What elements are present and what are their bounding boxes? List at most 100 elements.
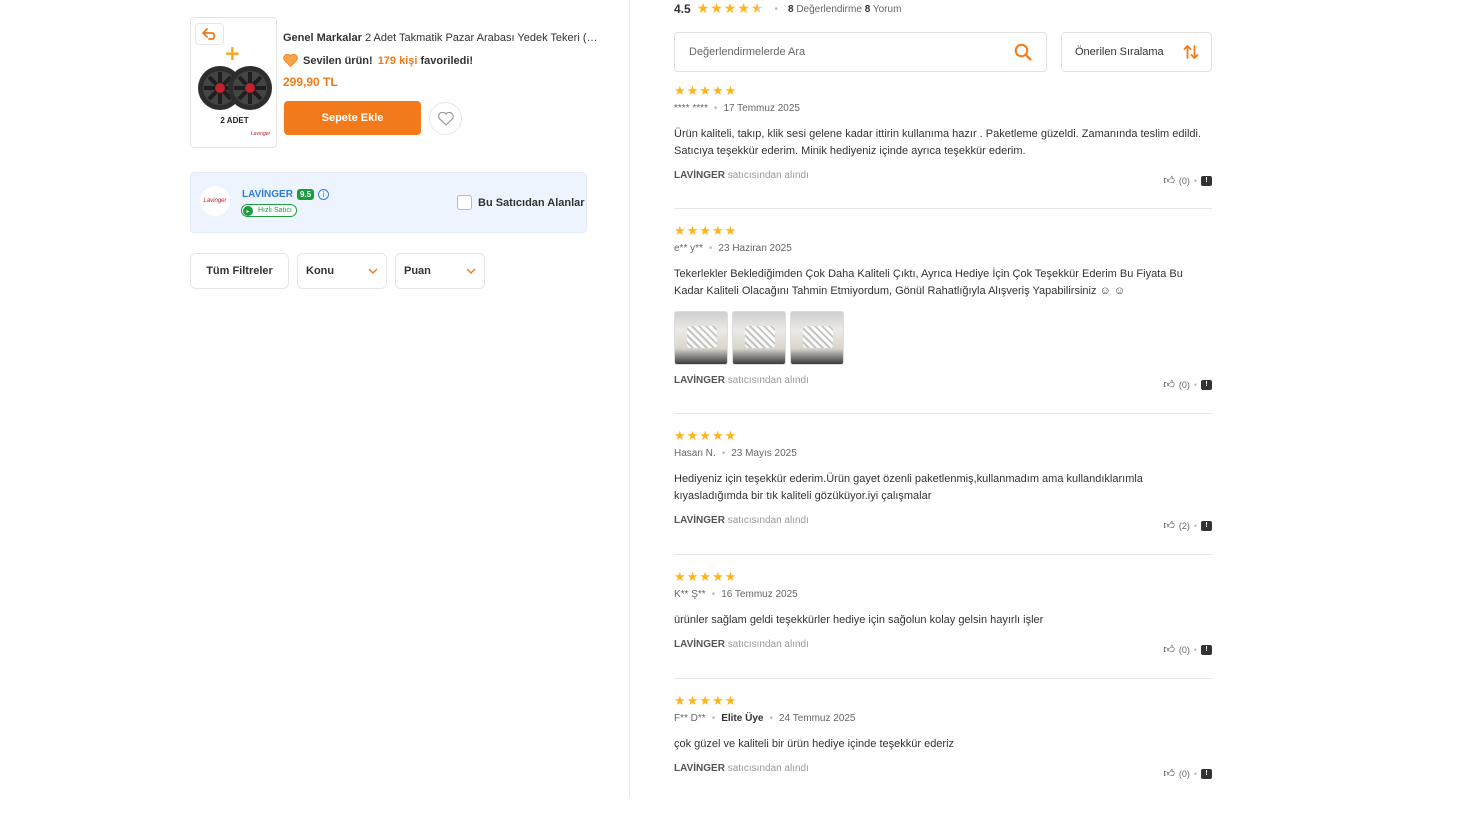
review-stars: ★★★★★ — [674, 429, 738, 444]
report-icon[interactable]: ! — [1201, 379, 1212, 390]
review-seller-name[interactable]: LAVİNGER — [674, 375, 725, 386]
like-count: (0) — [1178, 379, 1190, 390]
review-photos — [674, 311, 1212, 365]
review-seller-name[interactable]: LAVİNGER — [674, 170, 725, 181]
all-filters-button[interactable]: Tüm Filtreler — [190, 253, 289, 289]
review-text: Hediyeniz için teşekkür ederim.Ürün gaye… — [674, 473, 1143, 502]
review-photo[interactable] — [790, 311, 844, 365]
filter-bar: Tüm Filtreler Konu Puan — [190, 253, 485, 289]
review-item: ★★★★★ F** D** • Elite Üye • 24 Temmuz 2025… — [674, 679, 1212, 789]
thumbs-up-icon[interactable]: 👍︎ — [1163, 519, 1175, 532]
seller-name-link[interactable]: LAVİNGER — [242, 189, 293, 200]
fast-seller-badge: ▸ Hızlı Satıcı — [241, 204, 297, 217]
plus-icon: + — [224, 41, 241, 65]
sort-arrows-icon — [1183, 45, 1199, 59]
elite-member-badge: Elite Üye — [721, 713, 764, 724]
review-user: e** y** — [674, 243, 703, 254]
review-meta: **** **** • 17 Temmuz 2025 — [674, 103, 800, 114]
review-seller-name[interactable]: LAVİNGER — [674, 639, 725, 650]
thumbs-up-icon[interactable]: 👍︎ — [1163, 767, 1175, 780]
product-title[interactable]: Genel Markalar 2 Adet Takmatik Pazar Ara… — [283, 32, 601, 44]
review-item: ★★★★★ Hasan N. • 23 Mayıs 2025 Hediyeniz … — [674, 414, 1212, 555]
report-icon[interactable]: ! — [1201, 644, 1212, 655]
review-stars: ★★★★★ — [674, 84, 738, 99]
seller-filter-checkbox[interactable]: Bu Satıcıdan Alanlar — [457, 195, 585, 210]
review-seller: LAVİNGER satıcısından alındı — [674, 375, 1212, 386]
truck-icon: ▸ — [243, 206, 253, 216]
review-seller-suffix: satıcısından alındı — [727, 639, 809, 650]
review-user: **** **** — [674, 103, 708, 114]
like-count: (2) — [1178, 520, 1190, 531]
report-icon[interactable]: ! — [1201, 520, 1212, 531]
review-actions: 👍︎ (0) • ! — [1163, 643, 1212, 656]
seller-box: Lavinger LAVİNGER 9.5 i ▸ Hızlı Satıcı B… — [190, 172, 587, 233]
review-meta: Hasan N. • 23 Mayıs 2025 — [674, 448, 797, 459]
review-date: 17 Temmuz 2025 — [723, 103, 800, 114]
review-list: ★★★★★ **** **** • 17 Temmuz 2025 Ürün kal… — [674, 84, 1212, 789]
review-meta: F** D** • Elite Üye • 24 Temmuz 2025 — [674, 713, 856, 724]
wheels-illustration — [198, 66, 272, 110]
sort-dropdown[interactable]: Önerilen Sıralama — [1061, 32, 1212, 72]
review-item: ★★★★★ K** Ş** • 16 Temmuz 2025 ürünler sa… — [674, 555, 1212, 679]
review-seller-name[interactable]: LAVİNGER — [674, 515, 725, 526]
review-seller-name[interactable]: LAVİNGER — [674, 763, 725, 774]
favorite-button[interactable] — [429, 102, 462, 135]
review-seller: LAVİNGER satıcısından alındı — [674, 639, 1212, 650]
product-price: 299,90 TL — [283, 75, 338, 89]
favorite-info: Sevilen ürün! 179 kişi favoriledi! — [283, 54, 473, 67]
thumbs-up-icon[interactable]: 👍︎ — [1163, 174, 1175, 187]
review-seller: LAVİNGER satıcısından alındı — [674, 170, 1212, 181]
chevron-down-icon — [368, 266, 378, 276]
review-photo[interactable] — [732, 311, 786, 365]
chevron-down-icon — [466, 266, 476, 276]
seller-info: LAVİNGER 9.5 i — [242, 189, 330, 200]
fast-seller-label: Hızlı Satıcı — [258, 207, 292, 214]
rating-summary: 4.5 ★★★★★ • 8 Değerlendirme 8 Yorum — [674, 1, 901, 17]
review-search-input[interactable] — [689, 46, 1014, 58]
review-text: çok güzel ve kaliteli bir ürün hediye iç… — [674, 738, 955, 750]
review-stars: ★★★★★ — [674, 224, 738, 239]
review-date: 23 Mayıs 2025 — [731, 448, 797, 459]
review-seller-suffix: satıcısından alındı — [727, 763, 809, 774]
topic-filter-label: Konu — [306, 265, 335, 277]
add-to-cart-button[interactable]: Sepete Ekle — [284, 101, 421, 135]
average-rating: 4.5 — [674, 2, 691, 16]
review-item: ★★★★★ e** y** • 23 Haziran 2025 Tekerlekl… — [674, 209, 1212, 414]
sort-label: Önerilen Sıralama — [1075, 46, 1164, 58]
seller-score-badge: 9.5 — [296, 189, 315, 200]
product-name: 2 Adet Takmatik Pazar Arabası Yedek Teke… — [364, 32, 601, 44]
product-card: + 2 ADET Lavinger Genel Markalar 2 Adet … — [190, 17, 601, 151]
thumbs-up-icon[interactable]: 👍︎ — [1163, 378, 1175, 391]
review-search — [674, 32, 1047, 72]
rating-filter-dropdown[interactable]: Puan — [395, 253, 485, 289]
review-actions: 👍︎ (0) • ! — [1163, 767, 1212, 780]
topic-filter-dropdown[interactable]: Konu — [297, 253, 387, 289]
review-date: 16 Temmuz 2025 — [721, 589, 798, 600]
review-seller-suffix: satıcısından alındı — [727, 375, 809, 386]
review-user: K** Ş** — [674, 589, 706, 600]
like-count: (0) — [1178, 768, 1190, 779]
fav-prefix: Sevilen ürün! — [303, 54, 373, 67]
fav-suffix: favoriledi! — [420, 54, 474, 67]
review-seller-suffix: satıcısından alındı — [727, 170, 809, 181]
product-image[interactable]: + 2 ADET Lavinger — [190, 17, 277, 148]
heart-icon — [283, 54, 298, 67]
fav-count: 179 kişi — [377, 54, 418, 67]
back-icon[interactable] — [195, 23, 224, 45]
report-icon[interactable]: ! — [1201, 768, 1212, 779]
search-icon[interactable] — [1014, 43, 1032, 61]
review-user: F** D** — [674, 713, 706, 724]
thumbs-up-icon[interactable]: 👍︎ — [1163, 643, 1175, 656]
review-meta: K** Ş** • 16 Temmuz 2025 — [674, 589, 798, 600]
review-text: Tekerlekler Beklediğimden Çok Daha Kalit… — [674, 268, 1183, 297]
review-text: Ürün kaliteli, takıp, klik sesi gelene k… — [674, 128, 1202, 157]
checkbox[interactable] — [457, 195, 472, 210]
review-item: ★★★★★ **** **** • 17 Temmuz 2025 Ürün kal… — [674, 84, 1212, 209]
info-icon[interactable]: i — [318, 189, 330, 200]
image-logo: Lavinger — [251, 131, 271, 137]
review-actions: 👍︎ (2) • ! — [1163, 519, 1212, 532]
review-seller-suffix: satıcısından alındı — [727, 515, 809, 526]
seller-logo[interactable]: Lavinger — [200, 186, 230, 216]
review-photo[interactable] — [674, 311, 728, 365]
report-icon[interactable]: ! — [1201, 175, 1212, 186]
